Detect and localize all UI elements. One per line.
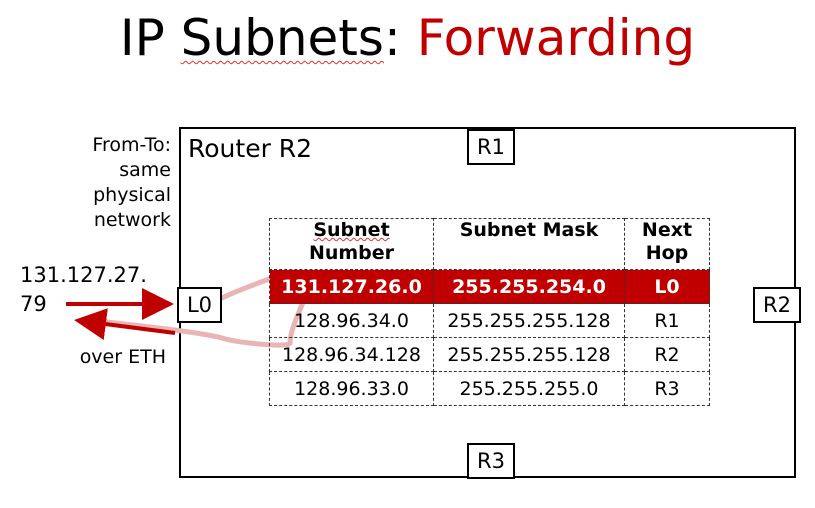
header-subnet-number: Subnet Number bbox=[269, 218, 434, 270]
header-subnet-mask: Subnet Mask bbox=[433, 218, 625, 270]
cell-mask: 255.255.255.128 bbox=[433, 337, 625, 372]
cell-next-hop: L0 bbox=[624, 269, 710, 304]
ip-line: 79 bbox=[20, 292, 47, 316]
cell-subnet: 131.127.26.0 bbox=[269, 269, 434, 304]
from-to-line: From-To: bbox=[92, 134, 171, 156]
over-eth-note: over ETH bbox=[79, 346, 166, 368]
cell-mask: 255.255.255.0 bbox=[433, 371, 625, 406]
table-header-row: Subnet Number Subnet Mask Next Hop bbox=[269, 218, 710, 270]
port-l0: L0 bbox=[177, 287, 222, 323]
cell-next-hop: R3 bbox=[624, 371, 710, 406]
from-to-note: From-To: same physical network bbox=[60, 133, 171, 233]
cell-subnet: 128.96.34.0 bbox=[269, 303, 434, 338]
forwarding-table: Subnet Number Subnet Mask Next Hop 131.127… bbox=[269, 218, 710, 406]
port-r3: R3 bbox=[467, 443, 515, 479]
table-row: 128.96.34.128 255.255.255.128 R2 bbox=[269, 337, 710, 372]
cell-mask: 255.255.255.128 bbox=[433, 303, 625, 338]
cell-subnet: 128.96.34.128 bbox=[269, 337, 434, 372]
from-to-line: network bbox=[93, 209, 171, 231]
header-next-hop: Next Hop bbox=[624, 218, 710, 270]
table-row: 128.96.33.0 255.255.255.0 R3 bbox=[269, 371, 710, 406]
cell-next-hop: R1 bbox=[624, 303, 710, 338]
table-row: 128.96.34.0 255.255.255.128 R1 bbox=[269, 303, 710, 338]
port-r2: R2 bbox=[753, 287, 801, 323]
cell-subnet: 128.96.33.0 bbox=[269, 371, 434, 406]
from-to-line: same bbox=[119, 159, 171, 181]
ip-line: 131.127.27. bbox=[20, 263, 147, 287]
cell-mask: 255.255.254.0 bbox=[433, 269, 625, 304]
cell-next-hop: R2 bbox=[624, 337, 710, 372]
source-ip: 131.127.27. 79 bbox=[20, 261, 147, 319]
table-row-highlighted: 131.127.26.0 255.255.254.0 L0 bbox=[269, 269, 710, 304]
port-r1: R1 bbox=[467, 129, 515, 165]
from-to-line: physical bbox=[93, 184, 171, 206]
